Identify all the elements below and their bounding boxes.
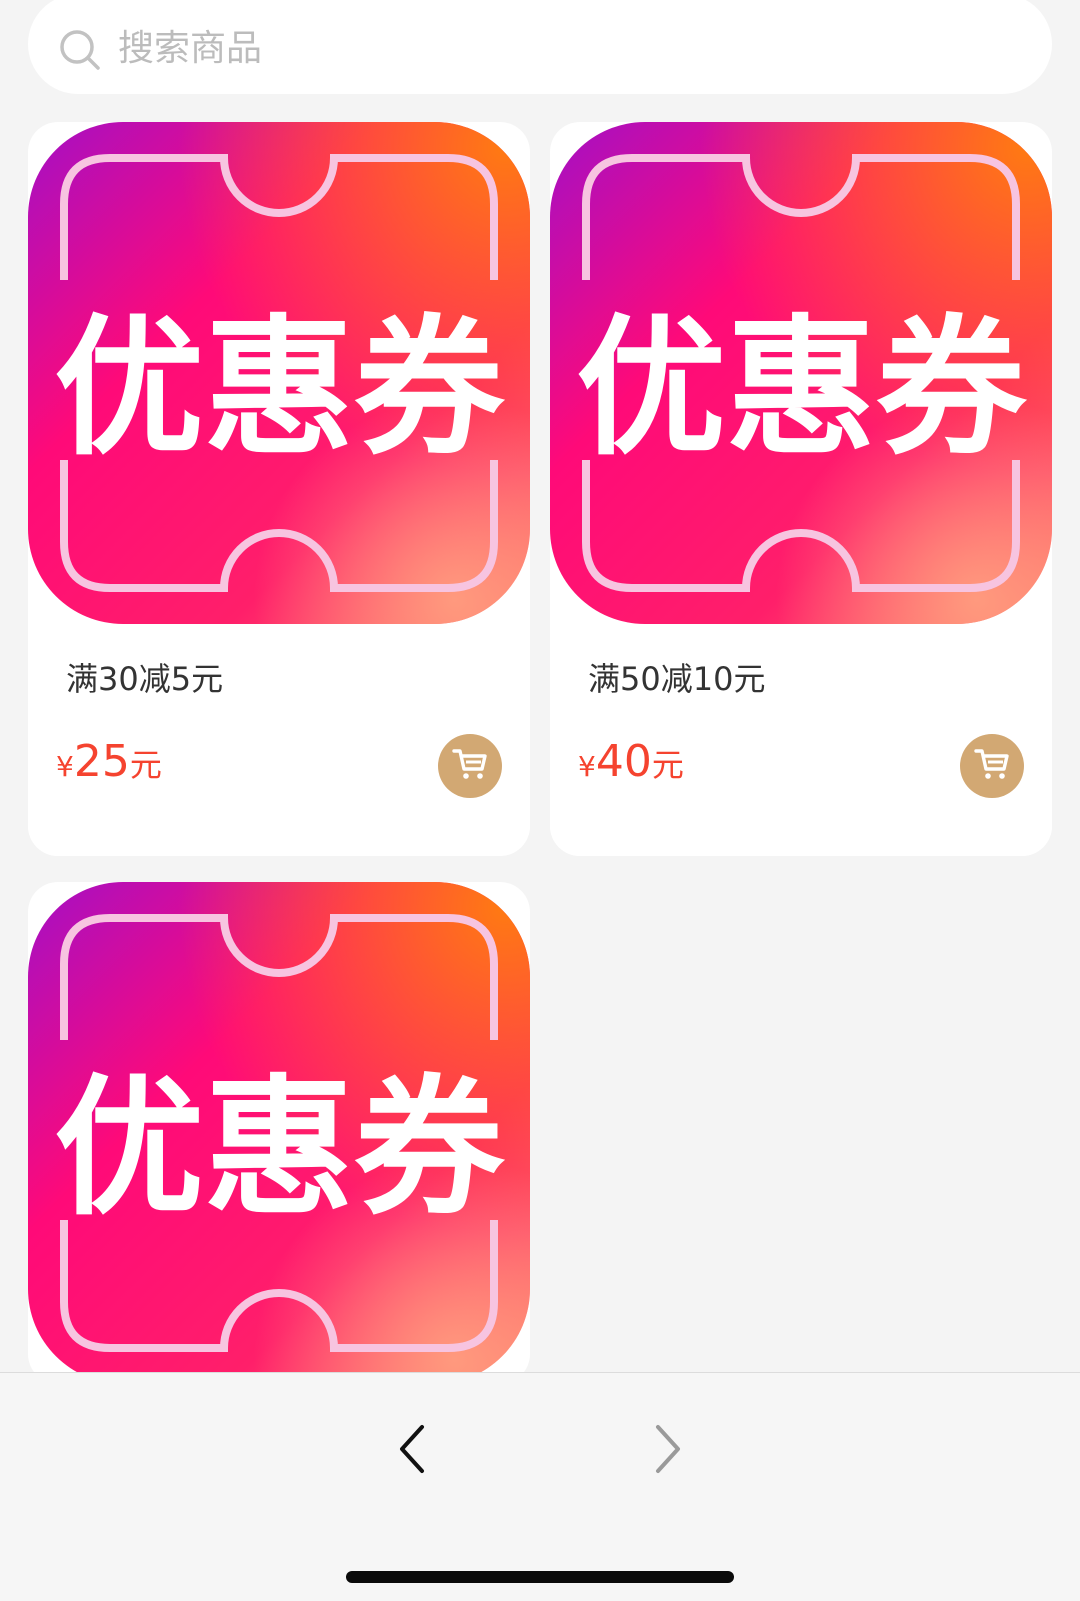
shopping-cart-icon xyxy=(974,747,1010,785)
coupon-image[interactable]: 优惠券 xyxy=(550,122,1052,624)
price-value: 40 xyxy=(595,736,652,787)
forward-button[interactable] xyxy=(644,1421,688,1477)
product-price: ¥25元 xyxy=(56,736,162,787)
price-unit: 元 xyxy=(129,746,162,784)
chevron-left-icon xyxy=(392,1425,436,1481)
coupon-image[interactable]: 优惠券 xyxy=(28,122,530,624)
product-price: ¥40元 xyxy=(578,736,684,787)
product-title: 满50减10元 xyxy=(588,660,766,698)
add-to-cart-button[interactable] xyxy=(960,734,1024,798)
coupon-image[interactable]: 优惠券 xyxy=(28,882,530,1384)
page: 优惠券 满30减5元 ¥25元 xyxy=(0,0,1080,1601)
home-indicator[interactable] xyxy=(346,1571,734,1583)
back-button[interactable] xyxy=(392,1421,436,1477)
search-bar[interactable] xyxy=(28,0,1052,94)
search-icon xyxy=(58,28,102,72)
coupon-label: 优惠券 xyxy=(54,1062,506,1236)
card-info: 满50减10元 ¥40元 xyxy=(550,624,1052,856)
price-symbol: ¥ xyxy=(578,750,596,783)
product-card[interactable]: 优惠券 满30减5元 ¥25元 xyxy=(28,122,530,856)
price-value: 25 xyxy=(73,736,130,787)
price-unit: 元 xyxy=(651,746,684,784)
product-title: 满30减5元 xyxy=(66,660,224,698)
coupon-label: 优惠券 xyxy=(54,302,506,476)
bottom-navigation-bar xyxy=(0,1372,1080,1601)
search-input[interactable] xyxy=(116,26,920,70)
price-symbol: ¥ xyxy=(56,750,74,783)
product-card[interactable]: 优惠券 满50减10元 ¥40元 xyxy=(550,122,1052,856)
card-info: 满30减5元 ¥25元 xyxy=(28,624,530,856)
coupon-label: 优惠券 xyxy=(576,302,1028,476)
shopping-cart-icon xyxy=(452,747,488,785)
product-card[interactable]: 优惠券 xyxy=(28,882,530,1384)
add-to-cart-button[interactable] xyxy=(438,734,502,798)
chevron-right-icon xyxy=(644,1425,688,1481)
